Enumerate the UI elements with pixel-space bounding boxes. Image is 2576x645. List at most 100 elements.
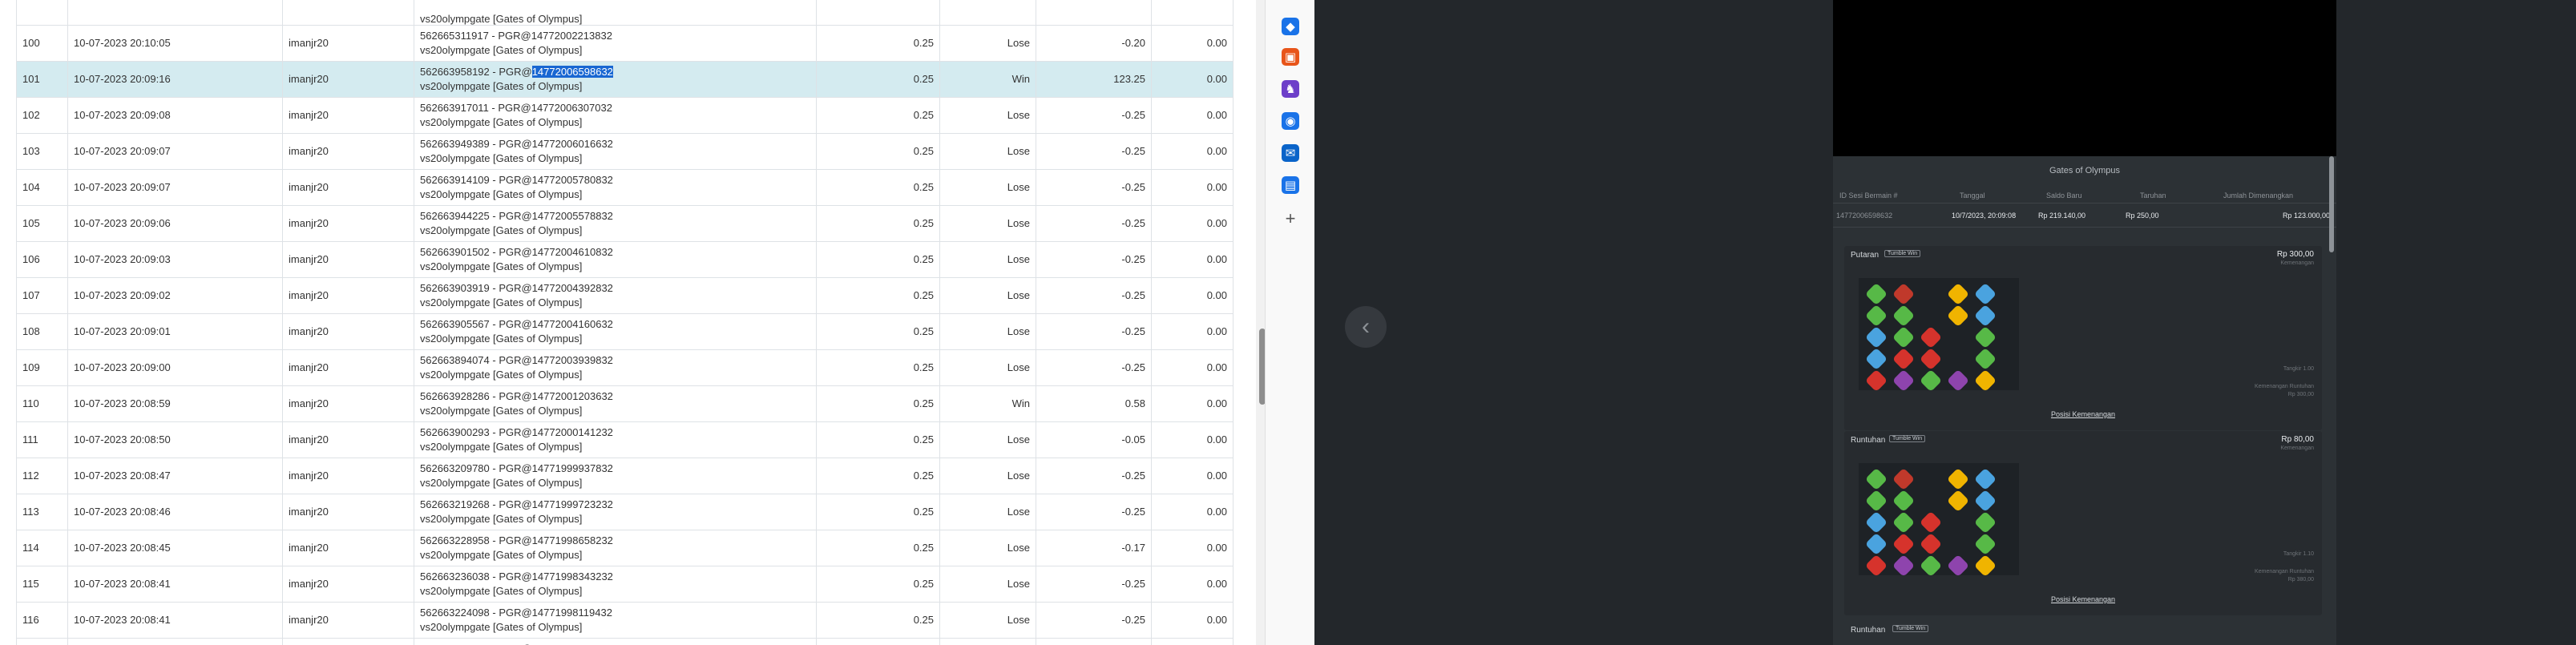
slot-symbol-icon: [1892, 282, 1916, 306]
table-row[interactable]: 112 10-07-2023 20:08:47 imanjr20 5626632097…: [16, 458, 1233, 494]
table-scrollbar-track[interactable]: [1256, 0, 1265, 645]
outlook-icon[interactable]: ✉: [1282, 144, 1299, 162]
transaction-id: 562663236038 - PGR@14771998343232: [420, 570, 810, 584]
username-cell: imanjr20: [282, 97, 414, 134]
description-cell[interactable]: 562663236038 - PGR@14771998343232 vs20oly…: [414, 566, 817, 603]
username-cell: imanjr20: [282, 349, 414, 386]
bet-cell: 0.25: [816, 458, 940, 494]
result-cell: Lose: [939, 638, 1036, 645]
table-row[interactable]: 11710-07-2023 20:08:40imanjr205626632242…: [16, 638, 1233, 645]
result-cell: Lose: [939, 205, 1036, 242]
bet-cell: 0.25: [816, 241, 940, 278]
table-row[interactable]: 109 10-07-2023 20:09:00 imanjr20 5626638940…: [16, 349, 1233, 386]
table-row[interactable]: 106 10-07-2023 20:09:03 imanjr20 5626639015…: [16, 241, 1233, 278]
history-row[interactable]: 14772006598632 10/7/2023, 20:09:08 Rp 21…: [1833, 206, 2336, 228]
date-cell: 10-07-2023 20:09:07: [67, 169, 283, 206]
table-row[interactable]: 111 10-07-2023 20:08:50 imanjr20 5626639002…: [16, 421, 1233, 458]
game-name: vs20olympgate [Gates of Olympus]: [420, 621, 583, 633]
amount-cell: -0.25: [1036, 494, 1152, 530]
description-cell[interactable]: 562663958192 - PGR@14772006598632 vs20oly…: [414, 61, 817, 98]
description-cell[interactable]: 562663219268 - PGR@14771999723232 vs20oly…: [414, 494, 817, 530]
win-position-link[interactable]: Posisi Kemenangan: [1844, 595, 2322, 603]
tumble-badge: Tumble Win: [1892, 625, 1929, 632]
bet-cell: 0.25: [816, 97, 940, 134]
tumble-section: Runtuhan Tumble Win Rp 80,00 Kemenangan …: [1844, 431, 2322, 615]
result-cell: Lose: [939, 602, 1036, 639]
back-arrow-button[interactable]: ‹: [1345, 306, 1387, 348]
table-row[interactable]: 100 10-07-2023 20:10:05 imanjr20 5626653119…: [16, 25, 1233, 62]
session-id: 14772006598632: [1836, 212, 1893, 220]
transaction-table: vs20olympgate [Gates of Olympus] 100 10-0…: [16, 0, 1233, 645]
row-number-cell: 117: [16, 638, 68, 645]
date-cell: 10-07-2023 20:09:02: [67, 277, 283, 314]
browser-side-toolbar: ◆ ▣ ♞ ◉ ✉ ▤ +: [1265, 0, 1315, 645]
history-scrollbar[interactable]: [2329, 156, 2334, 252]
amount-cell: -0.25: [1036, 349, 1152, 386]
slot-symbol-icon: [1946, 554, 1970, 578]
description-cell[interactable]: 562663224298 - PGR@14771997896432vs20oly…: [414, 638, 817, 645]
table-row[interactable]: 103 10-07-2023 20:09:07 imanjr20 5626639493…: [16, 133, 1233, 170]
transaction-id: 562663928286 - PGR@14772001203632: [420, 389, 810, 404]
transaction-id: 562663958192 - PGR@14772006598632: [420, 65, 810, 79]
description-cell[interactable]: 562663949389 - PGR@14772006016632 vs20oly…: [414, 133, 817, 170]
username-cell: imanjr20: [282, 638, 414, 645]
chess-icon[interactable]: ♞: [1282, 80, 1299, 98]
result-cell: Lose: [939, 458, 1036, 494]
tag-icon[interactable]: ◆: [1282, 18, 1299, 35]
description-cell[interactable]: 562663914109 - PGR@14772005780832 vs20oly…: [414, 169, 817, 206]
briefcase-icon[interactable]: ▣: [1282, 48, 1299, 66]
username-cell: imanjr20: [282, 602, 414, 639]
amount-cell: -0.25: [1036, 566, 1152, 603]
amount-cell: -0.05: [1036, 421, 1152, 458]
username-cell: imanjr20: [282, 458, 414, 494]
table-row[interactable]: 108 10-07-2023 20:09:01 imanjr20 5626639055…: [16, 313, 1233, 350]
slot-symbol-icon: [1946, 489, 1970, 513]
description-cell[interactable]: 562663928286 - PGR@14772001203632 vs20oly…: [414, 385, 817, 422]
slot-symbol-icon: [1892, 489, 1916, 513]
description-cell[interactable]: 562663894074 - PGR@14772003939832 vs20oly…: [414, 349, 817, 386]
transaction-id-text: 562663905567 - PGR@14772004160632: [420, 318, 613, 330]
table-row[interactable]: 107 10-07-2023 20:09:02 imanjr20 5626639039…: [16, 277, 1233, 314]
game-canvas: [1833, 0, 2336, 156]
bet-cell: 0.25: [816, 602, 940, 639]
table-scrollbar-thumb[interactable]: [1259, 329, 1265, 405]
slot-symbol-icon: [1973, 510, 1997, 534]
slot-symbol-icon: [1892, 369, 1916, 393]
table-row[interactable]: 115 10-07-2023 20:08:41 imanjr20 5626632360…: [16, 566, 1233, 603]
win-position-link[interactable]: Posisi Kemenangan: [1844, 410, 2322, 418]
table-row[interactable]: 104 10-07-2023 20:09:07 imanjr20 5626639141…: [16, 169, 1233, 206]
description-cell[interactable]: 562663209780 - PGR@14771999937832 vs20oly…: [414, 458, 817, 494]
table-row[interactable]: 101 10-07-2023 20:09:16 imanjr20 5626639581…: [16, 61, 1233, 98]
balance-cell: 0.00: [1151, 458, 1233, 494]
transaction-id-text: 562663224098 - PGR@14771998119432: [420, 607, 612, 619]
transaction-id: 562663949389 - PGR@14772006016632: [420, 137, 810, 151]
add-sidebar-item-icon[interactable]: +: [1282, 208, 1299, 228]
amount-cell: -0.17: [1036, 530, 1152, 566]
description-cell[interactable]: 562663905567 - PGR@14772004160632 vs20oly…: [414, 313, 817, 350]
game-history-panel: Gates of Olympus ID Sesi Bermain # Tangg…: [1833, 156, 2336, 645]
slot-symbol-icon: [1919, 347, 1943, 371]
chrome-icon[interactable]: ◉: [1282, 112, 1299, 130]
table-row[interactable]: 105 10-07-2023 20:09:06 imanjr20 5626639442…: [16, 205, 1233, 242]
slot-symbol-icon: [1864, 347, 1888, 371]
description-cell[interactable]: 562663224098 - PGR@14771998119432 vs20oly…: [414, 602, 817, 639]
table-row[interactable]: 116 10-07-2023 20:08:41 imanjr20 5626632240…: [16, 602, 1233, 639]
transaction-id: 562663917011 - PGR@14772006307032: [420, 101, 810, 115]
balance-cell: 0.00: [1151, 421, 1233, 458]
description-cell[interactable]: 562663917011 - PGR@14772006307032 vs20oly…: [414, 97, 817, 134]
description-cell[interactable]: 562663903919 - PGR@14772004392832 vs20oly…: [414, 277, 817, 314]
bet-amount: Rp 250,00: [2126, 212, 2159, 220]
balance-cell: 0.00: [1151, 61, 1233, 98]
description-cell[interactable]: 562665311917 - PGR@14772002213832 vs20oly…: [414, 25, 817, 62]
description-cell[interactable]: 562663901502 - PGR@14772004610832 vs20oly…: [414, 241, 817, 278]
table-row[interactable]: 110 10-07-2023 20:08:59 imanjr20 5626639282…: [16, 385, 1233, 422]
description-cell[interactable]: 562663944225 - PGR@14772005578832 vs20oly…: [414, 205, 817, 242]
slot-symbol-icon: [1892, 532, 1916, 556]
table-row[interactable]: 102 10-07-2023 20:09:08 imanjr20 5626639170…: [16, 97, 1233, 134]
description-cell[interactable]: 562663228958 - PGR@14771998658232 vs20oly…: [414, 530, 817, 566]
shopping-icon[interactable]: ▤: [1282, 176, 1299, 194]
description-cell[interactable]: 562663900293 - PGR@14772000141232 vs20oly…: [414, 421, 817, 458]
table-row[interactable]: 114 10-07-2023 20:08:45 imanjr20 5626632289…: [16, 530, 1233, 566]
table-row[interactable]: 113 10-07-2023 20:08:46 imanjr20 5626632192…: [16, 494, 1233, 530]
date-cell: 10-07-2023 20:08:40: [67, 638, 283, 645]
